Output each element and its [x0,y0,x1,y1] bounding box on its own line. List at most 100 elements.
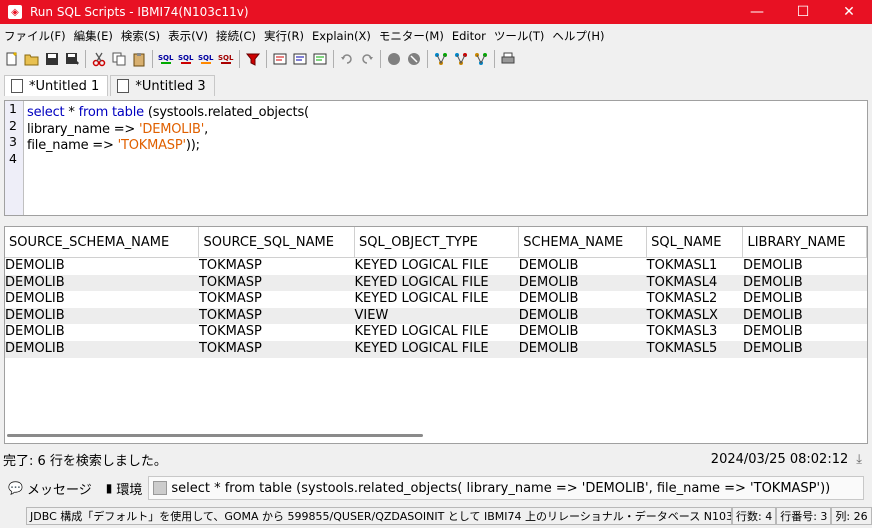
menu-connection[interactable]: 接続(C) [212,28,260,44]
table-cell: TOKMASP [198,340,355,358]
visual-explain-icon[interactable] [432,50,450,68]
sql-token: , [204,121,208,137]
result-status: 完了: 6 行を検索しました。 2024/03/25 08:02:12 ⤓ [0,448,872,470]
connection-info: JDBC 構成「デフォルト」を使用して、GOMA から 599855/QUSER… [26,507,732,525]
column-header[interactable]: LIBRARY_NAME [742,227,867,258]
table-cell: KEYED LOGICAL FILE [354,340,519,358]
minimize-button[interactable]: — [734,0,780,24]
line-number: 1 [9,101,17,116]
column-header[interactable]: SOURCE_SCHEMA_NAME [5,227,200,258]
close-button[interactable]: ✕ [826,0,872,24]
sql-editor[interactable]: 1 2 3 4 select * from table (systools.re… [4,100,868,216]
table-cell: TOKMASP [198,324,262,340]
explain-icon[interactable] [271,50,289,68]
save-all-icon[interactable] [63,50,81,68]
stop-icon[interactable] [385,50,403,68]
explain-only-icon[interactable] [472,50,490,68]
column-header[interactable]: SQL_NAME [646,227,744,258]
menu-editor[interactable]: Editor [448,29,490,43]
table-cell: DEMOLIB [5,324,65,340]
undo-icon[interactable] [338,50,356,68]
table-cell: DEMOLIB [5,340,199,358]
sql-run-from-icon[interactable]: SQL [177,50,195,68]
download-icon[interactable]: ⤓ [856,452,862,467]
open-folder-icon[interactable] [23,50,41,68]
table-cell: TOKMASP [198,274,355,292]
toolbar-separator [494,50,495,68]
column-header[interactable]: SCHEMA_NAME [518,227,648,258]
tab-label: 環境 [116,482,143,498]
table-cell: DEMOLIB [742,291,803,307]
sql-token: )); [185,138,200,153]
sql-keyword: table [112,105,144,120]
toolbar-separator [85,50,86,68]
toolbar-separator [333,50,334,68]
line-number-gutter: 1 2 3 4 [5,101,24,215]
results-grid[interactable]: SOURCE_SCHEMA_NAME SOURCE_SQL_NAME SQL_OBJ… [4,226,868,444]
menu-tools[interactable]: ツール(T) [490,28,549,44]
sql-token: library_name => [27,121,140,137]
toolbar-separator [239,50,240,68]
menu-edit[interactable]: 編集(E) [70,28,117,44]
filter-icon[interactable] [244,50,262,68]
copy-icon[interactable] [110,50,128,68]
menu-monitor[interactable]: モニター(M) [375,28,448,44]
table-row[interactable]: DEMOLIB TOKMASP KEYED LOGICAL FILE DEMOLIB T… [5,258,867,275]
sql-token: file_name => [27,138,118,153]
explain-run-icon[interactable] [291,50,309,68]
menu-search[interactable]: 検索(S) [117,28,164,44]
sql-code[interactable]: select * from table (systools.related_ob… [27,105,309,171]
tab-environment[interactable]: ▮ 環境 [98,477,149,499]
visual-explain-run-icon[interactable] [452,50,470,68]
print-icon[interactable] [499,50,517,68]
table-cell: KEYED LOGICAL FILE [354,274,519,292]
cut-icon[interactable] [90,50,108,68]
table-cell: DEMOLIB [518,340,647,358]
tab-untitled-1[interactable]: *Untitled 1 [4,75,109,96]
table-cell: DEMOLIB [742,258,803,273]
cancel-icon[interactable] [405,50,423,68]
table-row[interactable]: DEMOLIB TOKMASP KEYED LOGICAL FILE DEMOLIB T… [5,291,867,308]
column-header[interactable]: SOURCE_SQL_NAME [198,227,355,258]
menu-run[interactable]: 実行(R) [260,28,308,44]
menu-explain[interactable]: Explain(X) [308,29,375,43]
table-row[interactable]: DEMOLIB TOKMASP KEYED LOGICAL FILE DEMOLIB T… [5,340,867,358]
statement-icon [153,481,168,495]
table-cell: DEMOLIB [742,274,867,292]
tab-untitled-3[interactable]: *Untitled 3 [110,75,215,96]
column-header[interactable]: SQL_OBJECT_TYPE [354,227,520,258]
paste-icon[interactable] [130,50,148,68]
menu-help[interactable]: ヘルプ(H) [548,28,608,44]
menu-view[interactable]: 表示(V) [164,28,212,44]
redo-icon[interactable] [358,50,376,68]
window-title: Run SQL Scripts - IBMI74(N103c11v) [30,5,249,19]
maximize-button[interactable]: ☐ [780,0,826,24]
sql-run-all-icon[interactable]: SQL [157,50,175,68]
toolbar-separator [380,50,381,68]
new-file-icon[interactable] [3,50,21,68]
table-cell: KEYED LOGICAL FILE [354,258,489,273]
toolbar: SQL SQL SQL SQL [0,46,872,72]
tab-sql-statement[interactable]: select * from table (systools.related_ob… [148,476,864,500]
table-cell: TOKMASP [198,291,262,307]
status-bar: JDBC 構成「デフォルト」を使用して、GOMA から 599855/QUSER… [0,504,872,528]
menu-bar: ファイル(F) 編集(E) 検索(S) 表示(V) 接続(C) 実行(R) Ex… [0,26,872,46]
table-cell: DEMOLIB [742,324,803,340]
table-cell: DEMOLIB [518,258,579,273]
explain-visual-icon[interactable] [311,50,329,68]
table-row[interactable]: DEMOLIB TOKMASP VIEW DEMOLIB TOKMASLX DEMOLIB [5,307,867,325]
sql-run-icon[interactable]: SQL [217,50,235,68]
results-header-row: SOURCE_SCHEMA_NAME SOURCE_SQL_NAME SQL_OBJ… [5,227,867,258]
tab-messages[interactable]: 💬 メッセージ [0,477,98,499]
toolbar-separator [152,50,153,68]
sql-run-selected-icon[interactable]: SQL [197,50,215,68]
menu-file[interactable]: ファイル(F) [0,28,70,44]
save-icon[interactable] [43,50,61,68]
table-row[interactable]: DEMOLIB TOKMASP KEYED LOGICAL FILE DEMOLIB T… [5,324,867,341]
table-cell: KEYED LOGICAL FILE [354,291,489,307]
table-row[interactable]: DEMOLIB TOKMASP KEYED LOGICAL FILE DEMOLIB T… [5,274,867,292]
line-number: 3 [9,134,17,149]
tab-label: select * from table (systools.related_ob… [171,480,831,496]
horizontal-scrollbar[interactable] [7,434,423,437]
